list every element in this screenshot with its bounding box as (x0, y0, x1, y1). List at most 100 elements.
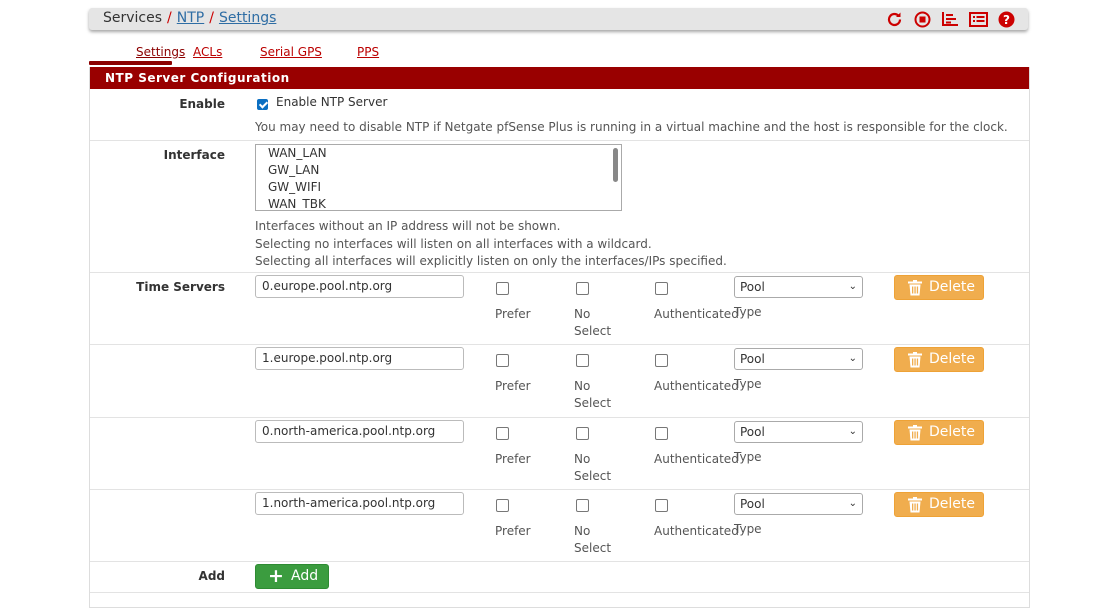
server-type-select[interactable]: Pool ⌄ (734, 493, 863, 515)
ntp-config-panel: NTP Server Configuration Enable Enable N… (89, 67, 1030, 608)
enable-label: Enable (179, 97, 225, 111)
trash-icon (907, 497, 923, 517)
enable-ntp-checkbox[interactable] (257, 99, 268, 110)
tab-bar: Settings ACLs Serial GPS PPS (89, 44, 1028, 66)
server-type-select[interactable]: Pool ⌄ (734, 276, 863, 298)
prefer-checkbox[interactable] (496, 354, 509, 367)
server-type-value: Pool (740, 425, 765, 439)
time-server-row: 1.europe.pool.ntp.org Prefer No Select A… (90, 345, 1029, 418)
prefer-label: Prefer (495, 452, 531, 466)
noselect-label-line1: No (574, 307, 591, 321)
time-server-row: 1.north-america.pool.ntp.org Prefer No S… (90, 490, 1029, 562)
noselect-label-line2: Select (574, 324, 612, 338)
delete-server-button[interactable]: Delete (894, 275, 984, 300)
noselect-label-line2: Select (574, 396, 612, 410)
delete-label: Delete (929, 424, 975, 440)
authenticated-checkbox[interactable] (655, 354, 668, 367)
add-button-label: Add (291, 568, 319, 584)
delete-label: Delete (929, 279, 975, 295)
type-label: Type (734, 305, 762, 319)
time-server-host-input[interactable]: 1.europe.pool.ntp.org (255, 347, 464, 370)
prefer-checkbox[interactable] (496, 282, 509, 295)
enable-row: Enable Enable NTP Server You may need to… (90, 89, 1029, 141)
interface-option[interactable]: GW_LAN (268, 163, 319, 177)
noselect-label-line2: Select (574, 469, 612, 483)
server-type-value: Pool (740, 352, 765, 366)
tab-acls[interactable]: ACLs (193, 45, 222, 59)
authenticated-checkbox[interactable] (655, 427, 668, 440)
time-server-host-input[interactable]: 0.north-america.pool.ntp.org (255, 420, 464, 443)
noselect-checkbox[interactable] (576, 499, 589, 512)
type-label: Type (734, 377, 762, 391)
tab-settings[interactable]: Settings (136, 45, 185, 59)
breadcrumb-bar: Services / NTP / Settings ? (89, 8, 1028, 30)
authenticated-label: Authenticated (654, 452, 739, 466)
prefer-label: Prefer (495, 307, 531, 321)
prefer-label: Prefer (495, 524, 531, 538)
tab-pps[interactable]: PPS (357, 45, 379, 59)
help-icon[interactable]: ? (996, 10, 1016, 28)
prefer-label: Prefer (495, 379, 531, 393)
list-icon[interactable] (968, 10, 988, 28)
noselect-label-line1: No (574, 452, 591, 466)
prefer-checkbox[interactable] (496, 427, 509, 440)
interface-help-2: Selecting no interfaces will listen on a… (255, 237, 652, 251)
plus-icon: + (268, 565, 284, 587)
chevron-down-icon: ⌄ (848, 426, 857, 437)
server-type-select[interactable]: Pool ⌄ (734, 421, 863, 443)
add-row: Add + Add (90, 562, 1029, 593)
type-label: Type (734, 522, 762, 536)
server-type-select[interactable]: Pool ⌄ (734, 348, 863, 370)
prefer-checkbox[interactable] (496, 499, 509, 512)
breadcrumb-separator: / (167, 10, 172, 26)
noselect-checkbox[interactable] (576, 282, 589, 295)
interface-option[interactable]: GW_WIFI (268, 180, 321, 194)
tab-serial-gps[interactable]: Serial GPS (260, 45, 322, 59)
breadcrumb: Services / NTP / Settings (103, 10, 276, 26)
add-server-button[interactable]: + Add (255, 564, 329, 589)
reload-icon[interactable] (884, 10, 904, 28)
interface-listbox[interactable]: WAN_LAN GW_LAN GW_WIFI WAN_TBK (255, 144, 622, 211)
time-server-host-input[interactable]: 0.europe.pool.ntp.org (255, 275, 464, 298)
breadcrumb-ntp-link[interactable]: NTP (177, 10, 204, 26)
authenticated-label: Authenticated (654, 307, 739, 321)
time-server-row: Time Servers 0.europe.pool.ntp.org Prefe… (90, 273, 1029, 345)
panel-title: NTP Server Configuration (90, 67, 1029, 89)
delete-server-button[interactable]: Delete (894, 347, 984, 372)
breadcrumb-separator: / (209, 10, 214, 26)
authenticated-label: Authenticated (654, 524, 739, 538)
trash-icon (907, 425, 923, 445)
svg-text:?: ? (1003, 13, 1010, 27)
noselect-label-line1: No (574, 379, 591, 393)
breadcrumb-root: Services (103, 10, 163, 26)
breadcrumb-settings-link[interactable]: Settings (219, 10, 276, 26)
interface-row: Interface WAN_LAN GW_LAN GW_WIFI WAN_TBK… (90, 141, 1029, 273)
noselect-label-line2: Select (574, 541, 612, 555)
time-server-host-input[interactable]: 1.north-america.pool.ntp.org (255, 492, 464, 515)
delete-server-button[interactable]: Delete (894, 420, 984, 445)
authenticated-checkbox[interactable] (655, 282, 668, 295)
stop-icon[interactable] (912, 10, 932, 28)
noselect-checkbox[interactable] (576, 427, 589, 440)
header-icons: ? (884, 10, 1016, 28)
active-tab-indicator (89, 61, 172, 65)
enable-ntp-label: Enable NTP Server (276, 95, 388, 109)
delete-label: Delete (929, 351, 975, 367)
authenticated-checkbox[interactable] (655, 499, 668, 512)
graph-icon[interactable] (940, 10, 960, 28)
time-servers-label: Time Servers (136, 280, 225, 294)
interface-option[interactable]: WAN_TBK (268, 197, 326, 210)
interface-help-3: Selecting all interfaces will explicitly… (255, 254, 727, 268)
chevron-down-icon: ⌄ (848, 353, 857, 364)
listbox-scrollbar[interactable] (613, 148, 618, 182)
interface-help-1: Interfaces without an IP address will no… (255, 219, 561, 233)
noselect-checkbox[interactable] (576, 354, 589, 367)
trash-icon (907, 280, 923, 300)
server-type-value: Pool (740, 280, 765, 294)
trash-icon (907, 352, 923, 372)
time-server-row: 0.north-america.pool.ntp.org Prefer No S… (90, 418, 1029, 490)
type-label: Type (734, 450, 762, 464)
delete-server-button[interactable]: Delete (894, 492, 984, 517)
chevron-down-icon: ⌄ (848, 498, 857, 509)
interface-option[interactable]: WAN_LAN (268, 146, 327, 160)
